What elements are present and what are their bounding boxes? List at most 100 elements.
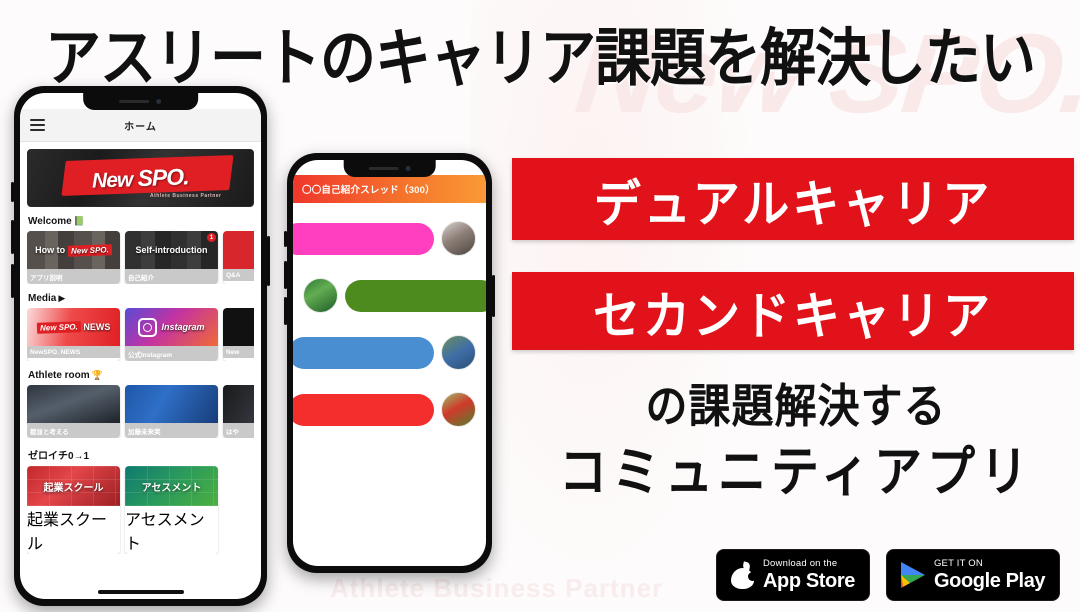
card-caption: 加藤未来実 bbox=[125, 423, 218, 438]
card-row-welcome[interactable]: How to New SPO. アプリ説明 1 Self-introduction… bbox=[27, 231, 254, 284]
card-caption: Q&A bbox=[223, 269, 254, 281]
message-bubble[interactable] bbox=[345, 279, 486, 312]
card-thumbnail bbox=[125, 385, 218, 423]
message-list[interactable] bbox=[293, 203, 486, 427]
home-screen: ホーム New SPO. Athlete Business Partner We… bbox=[20, 93, 261, 599]
card-overlay-text: NEWS bbox=[83, 322, 111, 332]
card-caption: NewSPO. NEWS bbox=[27, 346, 120, 358]
card-caption: New bbox=[223, 346, 254, 358]
card-row-media[interactable]: New SPO. NEWS NewSPO. NEWS Instagram 公式I… bbox=[27, 308, 254, 361]
section-label: Athlete room bbox=[28, 370, 90, 381]
highlight-band-second-career: セカンドキャリア bbox=[512, 272, 1074, 350]
trophy-icon: 🏆 bbox=[91, 370, 103, 380]
card-thumbnail: アセスメント bbox=[125, 466, 218, 506]
hero-logo-spo: SPO. bbox=[137, 162, 190, 191]
message-bubble[interactable] bbox=[293, 222, 434, 255]
subheadline-line-1: の課題解決する bbox=[645, 379, 947, 432]
status-badge: 1 bbox=[207, 233, 216, 242]
section-title-athlete-room: Athlete room 🏆 bbox=[28, 370, 254, 381]
card-thumbnail bbox=[223, 385, 254, 423]
list-item[interactable]: New bbox=[223, 308, 254, 361]
card-thumbnail: How to New SPO. bbox=[27, 231, 120, 269]
message-bubble[interactable] bbox=[293, 336, 434, 369]
list-item[interactable]: アセスメント アセスメント bbox=[125, 466, 218, 554]
newspo-chip: New SPO. bbox=[67, 243, 113, 257]
thread-header: 〇〇自己紹介スレッド（300） bbox=[293, 175, 486, 203]
google-play-small-text: GET IT ON bbox=[933, 557, 983, 569]
phone-mockup-home: ホーム New SPO. Athlete Business Partner We… bbox=[11, 86, 270, 606]
apple-icon bbox=[731, 560, 757, 589]
book-icon: 📗 bbox=[73, 216, 85, 226]
card-thumbnail: Q&A bbox=[223, 231, 254, 269]
section-label: ゼロイチ0→1 bbox=[28, 451, 90, 462]
phone-button-volume-up bbox=[11, 220, 14, 254]
list-item[interactable]: 起業スクール 起業スクール bbox=[27, 466, 120, 554]
subheadline-line-2: コミュニティアプリ bbox=[558, 443, 1034, 503]
google-play-button[interactable]: GET IT ON Google Play bbox=[885, 549, 1061, 601]
app-store-label: Download on the App Store bbox=[763, 559, 855, 592]
promo-banner: New SPO. Athlete Business Partner アスリートの… bbox=[0, 0, 1080, 612]
app-store-button[interactable]: Download on the App Store bbox=[716, 549, 870, 601]
instagram-icon bbox=[138, 317, 158, 337]
home-indicator bbox=[97, 590, 184, 594]
phone-button-mute bbox=[284, 231, 287, 247]
card-thumbnail bbox=[27, 385, 120, 423]
card-caption: 公式Instagram bbox=[125, 346, 218, 361]
card-overlay-text: 起業スクール bbox=[43, 482, 104, 494]
phone-button-mute bbox=[11, 182, 14, 202]
card-overlay-text: How to New SPO. bbox=[35, 243, 113, 257]
section-label: Media bbox=[28, 293, 57, 304]
list-item[interactable]: 加藤未来実 bbox=[125, 385, 218, 438]
phone-button-power bbox=[267, 236, 270, 286]
list-item[interactable]: Instagram 公式Instagram bbox=[125, 308, 218, 361]
card-thumbnail: New SPO. NEWS bbox=[27, 308, 120, 346]
message-bubble[interactable] bbox=[293, 393, 434, 426]
avatar[interactable] bbox=[303, 278, 338, 313]
card-overlay-text: Self-introduction bbox=[135, 245, 208, 255]
avatar[interactable] bbox=[441, 335, 476, 370]
card-overlay-text: Instagram bbox=[161, 322, 205, 332]
card-row-athlete-room[interactable]: 都並と考える 加藤未来実 はや bbox=[27, 385, 254, 438]
section-title-media: Media ▶ bbox=[28, 293, 254, 304]
message-row[interactable] bbox=[293, 392, 476, 427]
phone-button-volume-up bbox=[284, 261, 287, 289]
list-item[interactable]: 都並と考える bbox=[27, 385, 120, 438]
card-thumbnail: 起業スクール bbox=[27, 466, 120, 506]
highlight-band-text: セカンドキャリア bbox=[593, 286, 993, 344]
list-item[interactable]: New SPO. NEWS NewSPO. NEWS bbox=[27, 308, 120, 361]
earpiece-speaker bbox=[368, 167, 399, 170]
google-play-big-text: Google Play bbox=[933, 570, 1046, 593]
avatar[interactable] bbox=[441, 221, 476, 256]
list-item[interactable]: How to New SPO. アプリ説明 bbox=[27, 231, 120, 284]
card-caption: アセスメント bbox=[125, 512, 205, 553]
phone-button-volume-down bbox=[284, 297, 287, 325]
message-row[interactable] bbox=[293, 335, 476, 370]
card-overlay-label: How to bbox=[35, 244, 66, 255]
avatar[interactable] bbox=[441, 392, 476, 427]
card-caption: アプリ説明 bbox=[27, 269, 120, 284]
list-item[interactable]: 1 Self-introduction 自己紹介 bbox=[125, 231, 218, 284]
app-bar: ホーム bbox=[20, 109, 261, 142]
thread-title: 〇〇自己紹介スレッド（300） bbox=[302, 185, 435, 196]
home-scroll-area[interactable]: New SPO. Athlete Business Partner Welcom… bbox=[20, 142, 261, 554]
list-item[interactable]: はや bbox=[223, 385, 254, 438]
message-row[interactable] bbox=[293, 221, 476, 256]
store-badges: Download on the App Store GET IT ON Goog… bbox=[716, 549, 1061, 601]
hero-banner[interactable]: New SPO. Athlete Business Partner bbox=[27, 149, 254, 207]
message-row[interactable] bbox=[303, 278, 486, 313]
google-play-label: GET IT ON Google Play bbox=[933, 557, 1046, 593]
list-item[interactable]: Q&A Q&A bbox=[223, 231, 254, 284]
app-store-big-text: App Store bbox=[763, 570, 855, 593]
section-title-zeroichi: ゼロイチ0→1 bbox=[28, 447, 254, 462]
phone-mockup-thread: 〇〇自己紹介スレッド（300） bbox=[284, 153, 495, 573]
thread-screen: 〇〇自己紹介スレッド（300） bbox=[293, 160, 486, 566]
card-thumbnail: Self-introduction bbox=[125, 231, 218, 269]
card-caption: 自己紹介 bbox=[125, 269, 218, 284]
card-thumbnail: Instagram bbox=[125, 308, 218, 346]
phone-button-power bbox=[492, 275, 495, 317]
card-row-zeroichi[interactable]: 起業スクール 起業スクール アセスメント アセスメント bbox=[27, 466, 254, 554]
app-bar-title: ホーム bbox=[124, 121, 157, 133]
hero-logo-new: New bbox=[91, 167, 133, 193]
front-camera-icon bbox=[156, 99, 162, 104]
hero-banner-logo: New SPO. bbox=[92, 163, 189, 193]
